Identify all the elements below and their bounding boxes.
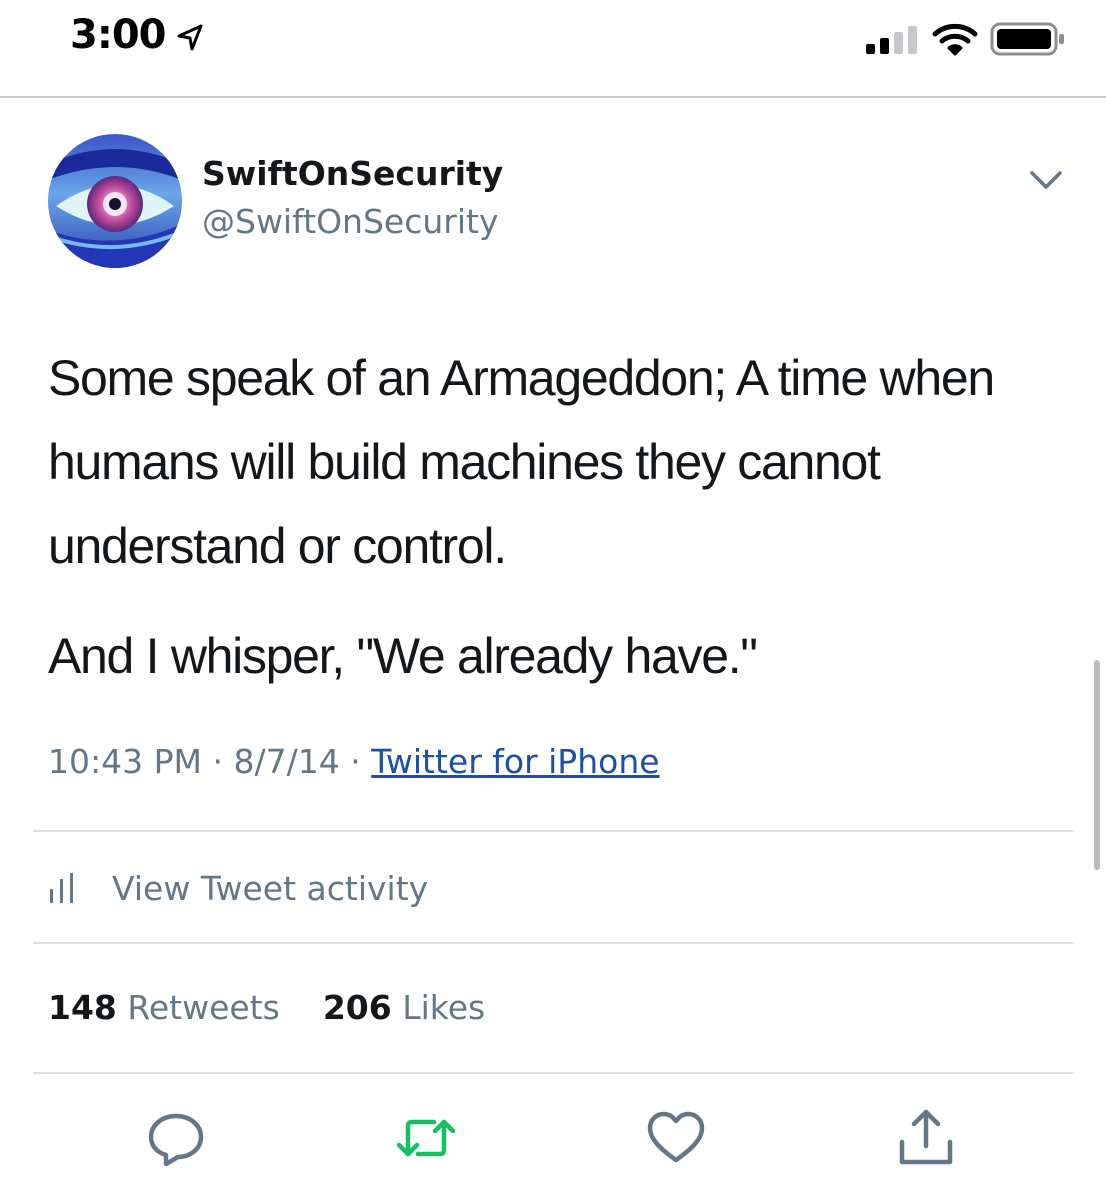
share-button[interactable] [894, 1106, 958, 1170]
bar-chart-icon [50, 873, 73, 903]
tweet-text-paragraph: And I whisper, "We already have." [48, 628, 758, 684]
scrollbar[interactable] [1094, 660, 1100, 870]
likes-stat[interactable]: 206 Likes [323, 988, 485, 1027]
divider [33, 942, 1074, 944]
retweet-icon [396, 1119, 456, 1157]
tweet-date: 8/7/14 [233, 742, 340, 781]
wifi-icon [932, 23, 978, 56]
meta-separator: · [212, 742, 223, 781]
display-name[interactable]: SwiftOnSecurity [202, 154, 503, 193]
retweet-button[interactable] [394, 1106, 458, 1170]
retweets-label: Retweets [127, 988, 280, 1027]
divider [33, 1072, 1074, 1074]
meta-separator: · [350, 742, 361, 781]
tweet-meta: 10:43 PM · 8/7/14 · Twitter for iPhone [48, 742, 660, 781]
like-button[interactable] [644, 1106, 708, 1170]
likes-count: 206 [322, 988, 392, 1027]
divider [33, 830, 1074, 832]
status-time: 3:00 [70, 12, 166, 58]
view-tweet-activity-label: View Tweet activity [112, 868, 429, 908]
handle[interactable]: @SwiftOnSecurity [202, 202, 498, 241]
tweet-time: 10:43 PM [48, 742, 202, 781]
eye-avatar-image [48, 134, 182, 268]
avatar[interactable] [48, 134, 182, 268]
retweets-count: 148 [48, 988, 117, 1027]
tweet-stats: 148 Retweets 206 Likes [48, 988, 485, 1027]
like-icon [647, 1111, 705, 1163]
likes-label: Likes [402, 988, 486, 1027]
reply-button[interactable] [144, 1106, 208, 1170]
location-arrow-icon [177, 24, 203, 51]
reply-icon [148, 1113, 204, 1167]
tweet-text-paragraph: Some speak of an Armageddon; A time when… [48, 350, 995, 574]
chevron-down-icon[interactable] [1028, 168, 1064, 192]
share-icon [899, 1109, 953, 1165]
cellular-signal-icon [866, 26, 917, 54]
tweet-source-link[interactable]: Twitter for iPhone [371, 742, 659, 781]
view-tweet-activity-button[interactable]: View Tweet activity [48, 860, 428, 916]
battery-icon [990, 22, 1064, 56]
retweets-stat[interactable]: 148 Retweets [48, 988, 290, 1027]
status-bar: 3:00 [0, 0, 1106, 98]
